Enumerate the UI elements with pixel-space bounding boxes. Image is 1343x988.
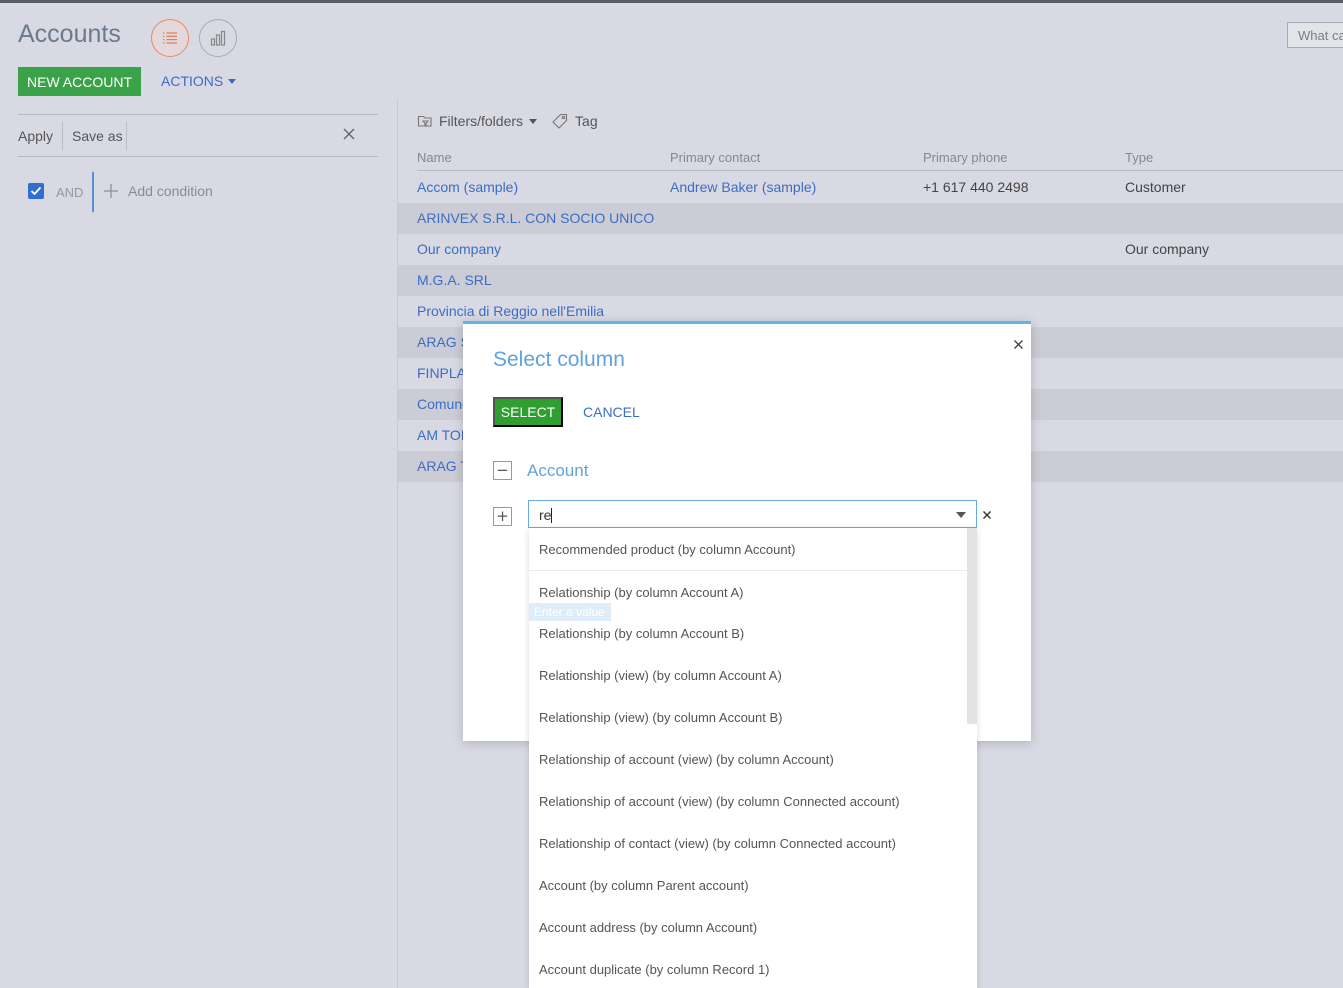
cancel-button[interactable]: CANCEL	[583, 404, 640, 420]
expand-icon[interactable]: +	[493, 507, 512, 526]
top-strip	[0, 0, 1343, 3]
table-row[interactable]: ARINVEX S.R.L. CON SOCIO UNICO	[398, 203, 1343, 234]
select-button[interactable]: SELECT	[493, 397, 563, 427]
add-condition-label: Add condition	[128, 183, 213, 199]
dropdown-option[interactable]: Relationship of contact (view) (by colum…	[529, 822, 977, 864]
grid-toolbar: Filters/folders Tag	[417, 113, 612, 129]
dropdown-scrollbar[interactable]	[967, 528, 977, 724]
text-cursor	[551, 508, 553, 523]
tag-icon	[552, 113, 568, 129]
tag-button[interactable]: Tag	[551, 113, 598, 129]
list-icon	[163, 32, 177, 44]
filters-folders-button[interactable]: Filters/folders	[417, 113, 538, 129]
condition-group-checkbox[interactable]	[28, 183, 44, 199]
apply-button[interactable]: Apply	[18, 128, 53, 144]
dropdown-option[interactable]: Account duplicate (by column Record 1)	[529, 948, 977, 988]
account-name-link[interactable]: M.G.A. SRL	[417, 272, 492, 288]
account-name-link[interactable]: ARAG S	[417, 334, 470, 350]
filters-folders-label: Filters/folders	[439, 113, 524, 129]
dialog-title: Select column	[493, 348, 625, 371]
dropdown-option[interactable]: Account address (by column Account)	[529, 906, 977, 948]
table-row[interactable]: M.G.A. SRL	[398, 265, 1343, 296]
search-input[interactable]: What ca	[1287, 22, 1343, 48]
column-header-type[interactable]: Type	[1125, 150, 1153, 165]
dropdown-option[interactable]: Relationship (view) (by column Account B…	[529, 696, 977, 738]
table-row[interactable]: Our company Our company	[398, 234, 1343, 265]
new-account-button[interactable]: NEW ACCOUNT	[18, 67, 141, 96]
column-search-input[interactable]: re	[528, 500, 977, 528]
dropdown-option[interactable]: Relationship (view) (by column Account A…	[529, 654, 977, 696]
save-as-button[interactable]: Save as	[72, 128, 123, 144]
column-options-dropdown: Recommended product (by column Account) …	[529, 528, 977, 988]
clear-icon[interactable]	[982, 510, 992, 520]
account-name-link[interactable]: Comune	[417, 396, 470, 412]
actions-button[interactable]: ACTIONS	[161, 73, 237, 89]
tag-label: Tag	[575, 113, 598, 129]
divider	[126, 122, 127, 150]
dropdown-option[interactable]: Recommended product (by column Account)	[529, 528, 977, 570]
bar-chart-icon	[210, 30, 226, 46]
account-name-link[interactable]: ARINVEX S.R.L. CON SOCIO UNICO	[417, 210, 654, 226]
account-name-link[interactable]: Our company	[417, 241, 501, 257]
account-name-link[interactable]: ARAG T	[417, 458, 469, 474]
value-hint: Enter a value	[529, 603, 611, 621]
account-name-link[interactable]: Accom (sample)	[417, 179, 518, 195]
actions-label: ACTIONS	[161, 73, 224, 89]
dropdown-arrow-icon[interactable]	[956, 512, 966, 518]
list-view-button[interactable]	[151, 19, 189, 57]
account-name-link[interactable]: Provincia di Reggio nell'Emilia	[417, 303, 604, 319]
close-icon[interactable]	[1013, 339, 1024, 350]
primary-phone-cell: +1 617 440 2498	[923, 179, 1029, 195]
divider	[62, 122, 63, 150]
add-condition-button[interactable]: Add condition	[103, 183, 213, 199]
type-cell: Customer	[1125, 179, 1186, 195]
primary-contact-link[interactable]: Andrew Baker (sample)	[670, 179, 816, 195]
tree-root-account[interactable]: Account	[527, 461, 588, 481]
dropdown-option[interactable]: Relationship of account (view) (by colum…	[529, 738, 977, 780]
analytics-view-button[interactable]	[199, 19, 237, 57]
dropdown-option[interactable]: Account (by column Parent account)	[529, 864, 977, 906]
grid-header: Name Primary contact Primary phone Type	[417, 150, 1343, 171]
close-icon[interactable]	[342, 127, 356, 141]
filter-toolbar: Apply Save as	[18, 114, 378, 157]
chevron-down-icon	[228, 78, 237, 84]
folder-filter-icon	[417, 115, 432, 128]
column-search-value: re	[539, 507, 552, 523]
column-header-name[interactable]: Name	[417, 150, 452, 165]
column-header-primary-phone[interactable]: Primary phone	[923, 150, 1008, 165]
type-cell: Our company	[1125, 241, 1210, 257]
condition-group-bar	[92, 172, 94, 212]
and-operator-label[interactable]: AND	[56, 185, 83, 200]
table-row[interactable]: Accom (sample) Andrew Baker (sample) +1 …	[398, 172, 1343, 203]
dropdown-option[interactable]: Relationship of account (view) (by colum…	[529, 780, 977, 822]
check-icon	[30, 186, 42, 196]
plus-icon	[104, 184, 118, 198]
collapse-icon[interactable]: −	[493, 461, 512, 480]
column-header-primary-contact[interactable]: Primary contact	[670, 150, 760, 165]
chevron-down-icon	[529, 118, 538, 124]
page-title: Accounts	[18, 20, 121, 48]
